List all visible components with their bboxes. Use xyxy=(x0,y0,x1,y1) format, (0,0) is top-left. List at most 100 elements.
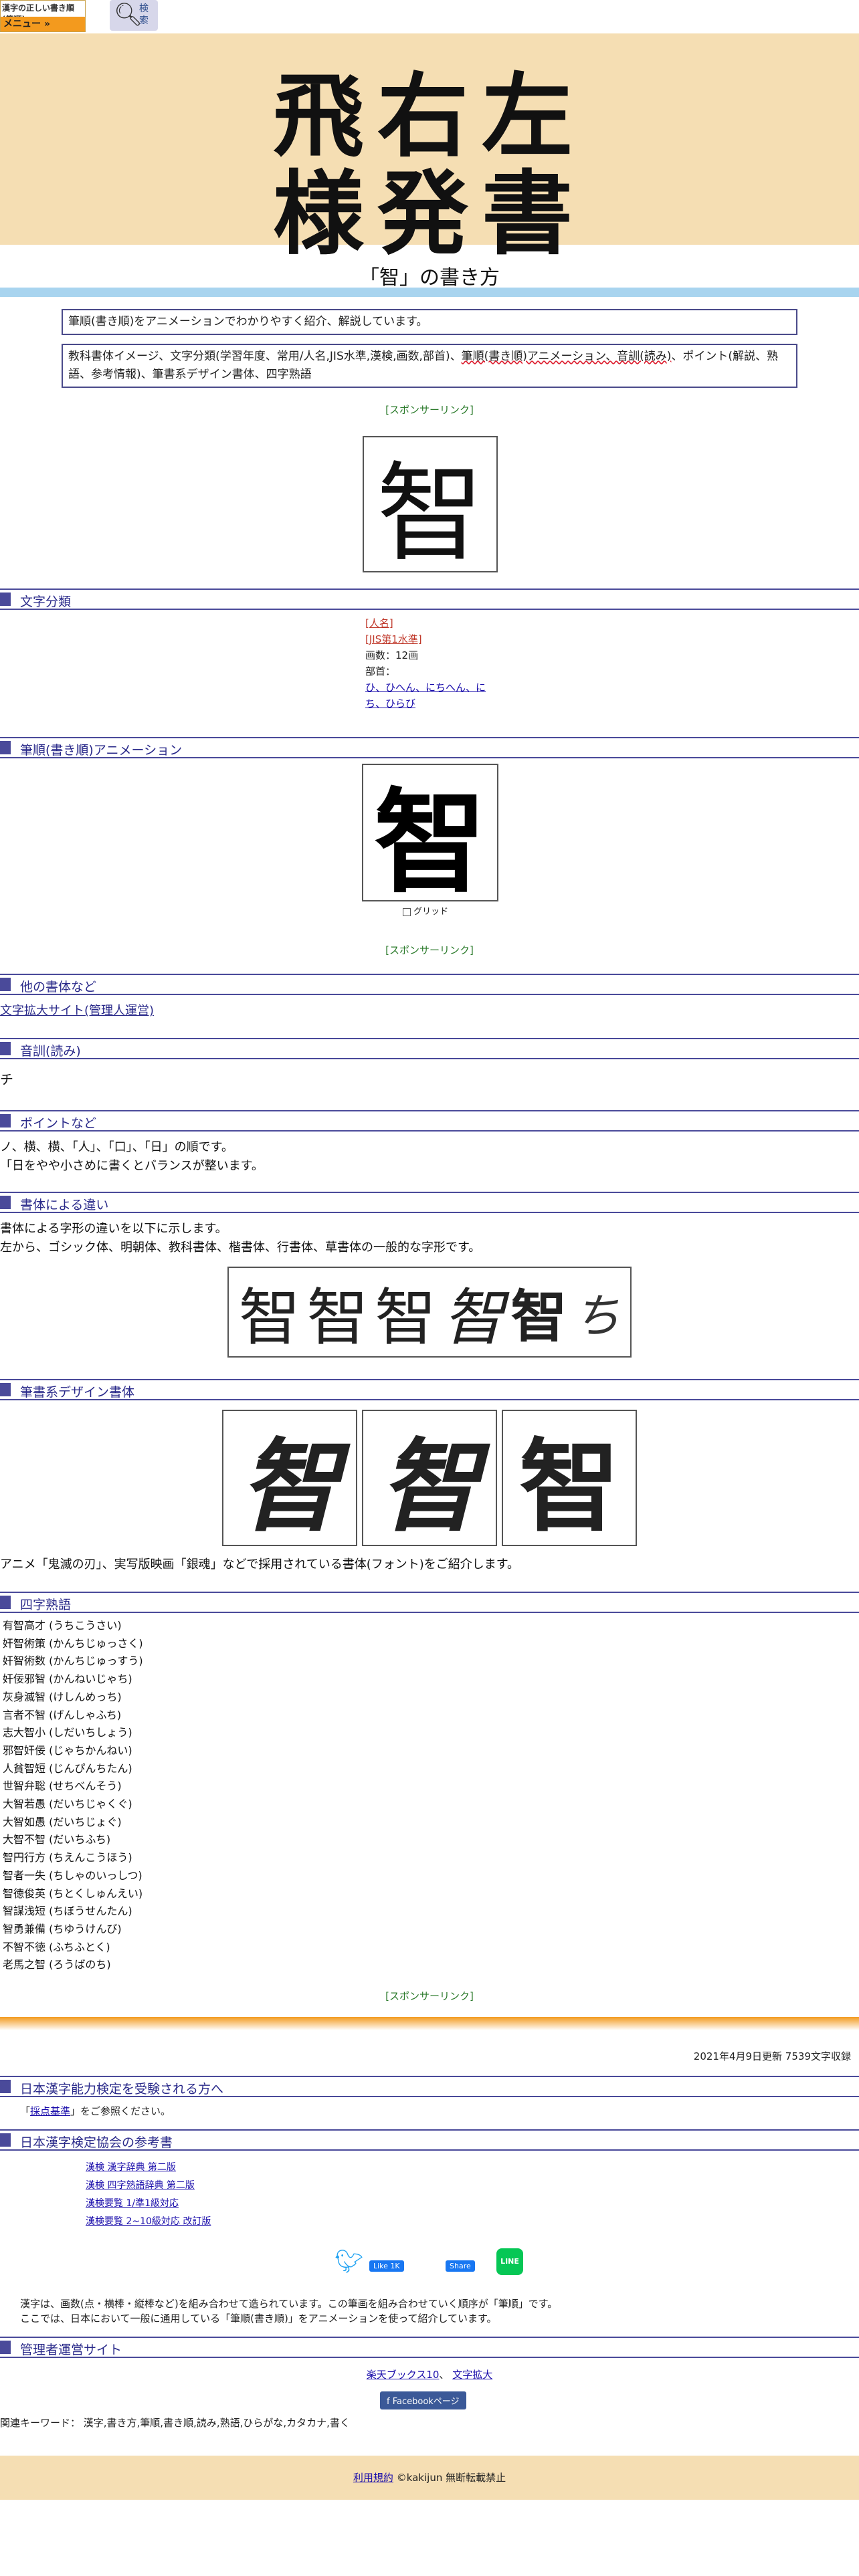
facebook-icon: f xyxy=(387,2397,390,2407)
design-font-2: 智 xyxy=(362,1410,497,1546)
list-item: 智謀浅短 (ちぼうせんたん) xyxy=(3,1905,132,1918)
grid-checkbox[interactable] xyxy=(403,907,411,916)
list-item: 有智高才 (うちこうさい) xyxy=(3,1619,122,1632)
font-comparison: 智 智 智 智 智 ち xyxy=(227,1267,632,1358)
hero-row-2: 様発書 xyxy=(273,160,586,267)
list-item: 大智不智 (だいちふち) xyxy=(3,1833,111,1846)
section-marker xyxy=(0,1596,11,1609)
book-link[interactable]: 漢検 漢字辞典 第二版 xyxy=(86,2162,176,2173)
bushu-link[interactable]: ひ、ひへん、にちへん、にち、ひらび xyxy=(365,681,486,710)
animated-kanji: 智 xyxy=(374,776,486,908)
section-marker xyxy=(0,1196,11,1209)
list-item: 灰身滅智 (けしんめっち) xyxy=(3,1690,122,1703)
section-marker xyxy=(0,2133,11,2147)
point-line-2: 「日をやや小さめに書くとバランスが整います。 xyxy=(0,1159,264,1173)
search-label: 検索 xyxy=(139,3,149,26)
design-glyph-3: 智 xyxy=(518,1428,619,1545)
section-title: 音訓(読み) xyxy=(20,1044,81,1059)
admin-links: 楽天ブックス10、 文字拡大 xyxy=(366,2369,493,2381)
section-title: 筆順(書き順)アニメーション xyxy=(20,743,183,758)
facebook-page-button[interactable]: f Facebookページ xyxy=(380,2391,466,2409)
terms-link[interactable]: 利用規約 xyxy=(353,2472,393,2484)
section-title: 筆書系デザイン書体 xyxy=(20,1385,135,1400)
section-onkun: 音訓(読み) xyxy=(0,1038,859,1059)
description-text: 筆順(書き順)をアニメーションでわかりやすく紹介、解説しています。 xyxy=(68,315,428,328)
grid-toggle[interactable]: グリッド xyxy=(403,904,448,917)
twitter-button[interactable]: 🐦︎ xyxy=(335,2248,363,2275)
line-icon: LINE xyxy=(500,2257,519,2266)
menu-box[interactable]: 漢字の正しい書き順(筆順) メニュー » xyxy=(0,0,86,32)
section-yoji: 四字熟語 xyxy=(0,1592,859,1613)
scoring-link[interactable]: 採点基準 xyxy=(30,2105,70,2117)
book-link[interactable]: 漢検要覧 2~10級対応 改訂版 xyxy=(86,2216,211,2227)
contents-text-a: 教科書体イメージ、文字分類(学習年度、常用/人名,JIS水準,漢検,画数,部首)… xyxy=(68,350,462,363)
sample-gothic: 智 xyxy=(238,1281,300,1354)
bunrui-info: [人名] [JIS第1水準] 画数：12画 部首： ひ、ひへん、にちへん、にち、… xyxy=(365,615,499,712)
note-line-1: 漢字は、画数(点・横棒・縦棒など)を組み合わせて造られています。この筆画を組み合… xyxy=(20,2298,558,2310)
list-item: 大智若愚 (だいちじゃくぐ) xyxy=(3,1798,132,1811)
contents-link[interactable]: 筆順(書き順)アニメーション、音訓(読み) xyxy=(462,350,672,363)
section-shotai: 書体による違い xyxy=(0,1192,859,1213)
section-title: 書体による違い xyxy=(20,1198,109,1212)
list-item: 智徳俊英 (ちとくしゅんえい) xyxy=(3,1887,143,1900)
facebook-page-label: Facebookページ xyxy=(392,2397,460,2407)
section-marker xyxy=(0,2341,11,2354)
sponsor-label: [スポンサーリンク] xyxy=(385,1990,474,2002)
book-list: 漢検 漢字辞典 第二版 漢検 四字熟語辞典 第二版 漢検要覧 1/準1級対応 漢… xyxy=(86,2159,211,2231)
section-design: 筆書系デザイン書体 xyxy=(0,1379,859,1400)
rakuten-link[interactable]: 楽天ブックス10 xyxy=(367,2369,440,2381)
line-share-button[interactable]: LINE xyxy=(496,2248,523,2275)
list-item: 言者不智 (げんしゃふち) xyxy=(3,1708,122,1721)
like-label: Like 1K xyxy=(373,2262,400,2270)
section-bunrui: 文字分類 xyxy=(0,588,859,610)
search-icon: 🔍︎ xyxy=(114,1,143,28)
section-title: 四字熟語 xyxy=(20,1598,72,1612)
section-kyokai: 日本漢字検定協会の参考書 xyxy=(0,2129,859,2151)
enlarge-site-link[interactable]: 文字拡大サイト(管理人運営) xyxy=(0,1002,154,1021)
reading: チ xyxy=(0,1071,13,1087)
facebook-like-button[interactable]: Like 1K xyxy=(369,2260,404,2272)
jis-link[interactable]: [JIS第1水準] xyxy=(365,631,499,647)
section-marker xyxy=(0,1114,11,1128)
kanji-glyph: 智 xyxy=(376,451,484,576)
stroke-animation[interactable]: 智 xyxy=(362,764,498,908)
list-item: 奸智術策 (かんちじゅっさく) xyxy=(3,1636,143,1650)
section-marker xyxy=(0,741,11,754)
section-title: 管理者運営サイト xyxy=(20,2343,122,2357)
enlarge-link[interactable]: 文字拡大 xyxy=(452,2369,492,2381)
section-title: ポイントなど xyxy=(20,1116,97,1131)
section-title: 日本漢字検定協会の参考書 xyxy=(20,2135,173,2150)
jinmei-link[interactable]: [人名] xyxy=(365,615,499,631)
book-link[interactable]: 漢検要覧 1/準1級対応 xyxy=(86,2198,179,2209)
copyright: ©kakijun 無断転載禁止 xyxy=(396,2472,506,2484)
search-button[interactable]: 🔍︎ 検索 xyxy=(110,0,158,31)
menu-button[interactable]: メニュー » xyxy=(1,17,85,31)
design-font-3: 智 xyxy=(502,1410,637,1546)
section-title: 日本漢字能力検定を受験される方へ xyxy=(20,2082,224,2097)
list-item: 奸智術数 (かんちじゅっすう) xyxy=(3,1654,143,1668)
top-bar: 漢字の正しい書き順(筆順) メニュー » 🔍︎ 検索 xyxy=(0,0,859,33)
facebook-share-button[interactable]: Share xyxy=(446,2260,475,2272)
section-title: 他の書体など xyxy=(20,980,97,994)
list-item: 邪智奸佞 (じゃちかんねい) xyxy=(3,1743,132,1757)
shotai-line-2: 左から、ゴシック体、明朝体、教科書体、楷書体、行書体、草書体の一般的な字形です。 xyxy=(0,1241,481,1255)
twitter-icon: 🐦︎ xyxy=(335,2248,364,2275)
point-line-1: ノ、横、横、「人」、「口」、「日」の順です。 xyxy=(0,1140,233,1154)
section-title: 文字分類 xyxy=(20,595,72,609)
stroke-count: 画数：12画 xyxy=(365,649,419,661)
footer-rule xyxy=(0,2017,859,2030)
sample-sosho: ち xyxy=(573,1288,621,1344)
updated-info: 2021年4月9日更新 7539文字収録 xyxy=(693,2050,851,2062)
list-item: 人貧智短 (じんぴんちたん) xyxy=(3,1761,132,1775)
description-box: 筆順(書き順)をアニメーションでわかりやすく紹介、解説しています。 xyxy=(62,309,797,335)
sponsor-label: [スポンサーリンク] xyxy=(385,404,474,416)
book-link[interactable]: 漢検 四字熟語辞典 第二版 xyxy=(86,2180,195,2191)
list-item: 智円行方 (ちえんこうほう) xyxy=(3,1851,132,1864)
keywords: 関連キーワード： 漢字,書き方,筆順,書き順,読み,熟語,ひらがな,カタカナ,書… xyxy=(0,2417,350,2429)
design-glyph-1: 智 xyxy=(239,1428,340,1545)
section-marker xyxy=(0,593,11,606)
bushu-label: 部首： xyxy=(365,665,396,677)
section-point: ポイントなど xyxy=(0,1110,859,1132)
sponsor-label: [スポンサーリンク] xyxy=(385,944,474,956)
design-caption: アニメ「鬼滅の刃」、実写版映画「銀魂」などで採用されている書体(フォント)をご紹… xyxy=(0,1558,519,1572)
